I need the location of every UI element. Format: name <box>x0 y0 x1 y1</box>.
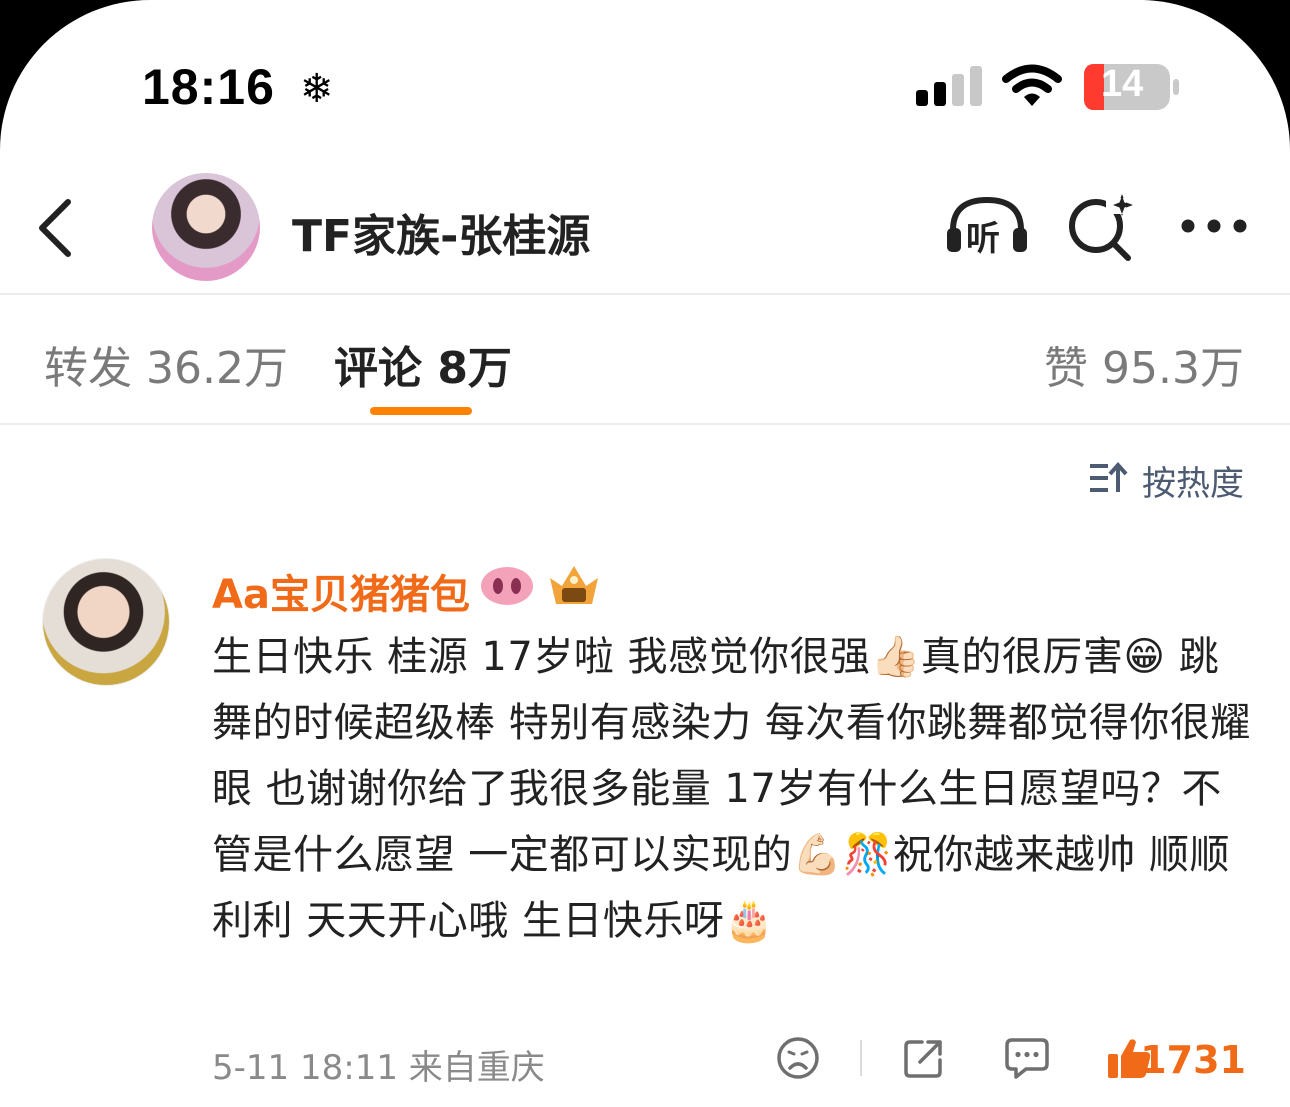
battery-level: 14 <box>1101 63 1144 105</box>
status-time: 18:16 <box>142 59 275 115</box>
tab-like[interactable]: 赞 95.3万 <box>1044 332 1244 396</box>
sort-by-hot[interactable]: 按热度 <box>1142 456 1244 505</box>
page-title[interactable]: TF家族-张桂源 <box>292 200 590 264</box>
sort-icon[interactable] <box>1088 460 1128 496</box>
more-dots-icon[interactable] <box>1180 218 1248 234</box>
like-count: 1731 <box>1140 1038 1246 1082</box>
back-button[interactable] <box>36 198 76 258</box>
comment-bubble-icon[interactable] <box>1004 1036 1050 1080</box>
header-divider <box>0 293 1290 295</box>
tab-repost[interactable]: 转发 36.2万 <box>44 332 288 396</box>
fan-badge-crown-icon <box>550 566 598 604</box>
commenter-avatar[interactable] <box>42 558 170 686</box>
pig-nose-icon <box>481 567 533 605</box>
active-tab-indicator <box>370 407 472 415</box>
action-separator <box>860 1040 862 1076</box>
account-avatar[interactable] <box>152 173 260 281</box>
comment-body: 生日快乐 桂源 17岁啦 我感觉你很强👍🏻真的很厉害😁 跳舞的时候超级棒 特别有… <box>212 634 1251 944</box>
share-icon[interactable] <box>902 1036 946 1080</box>
commenter-name[interactable]: Aa宝贝猪猪包 <box>212 562 470 620</box>
search-sparkle-icon[interactable] <box>1066 190 1136 262</box>
tab-comment[interactable]: 评论 8万 <box>334 332 512 396</box>
comment-meta: 5-11 18:11 来自重庆 <box>212 1048 545 1088</box>
tabs-divider <box>0 423 1290 425</box>
frown-face-icon[interactable] <box>776 1036 820 1080</box>
wifi-icon <box>1002 64 1062 106</box>
cellular-signal-icon <box>916 66 982 106</box>
listen-label[interactable]: 听 <box>966 211 1000 260</box>
snowflake-icon: ❄ <box>300 66 334 112</box>
screen: 18:16 ❄ 14 TF家族-张桂源 听 转发 36.2万 评论 8万 赞 9… <box>0 0 1290 1107</box>
